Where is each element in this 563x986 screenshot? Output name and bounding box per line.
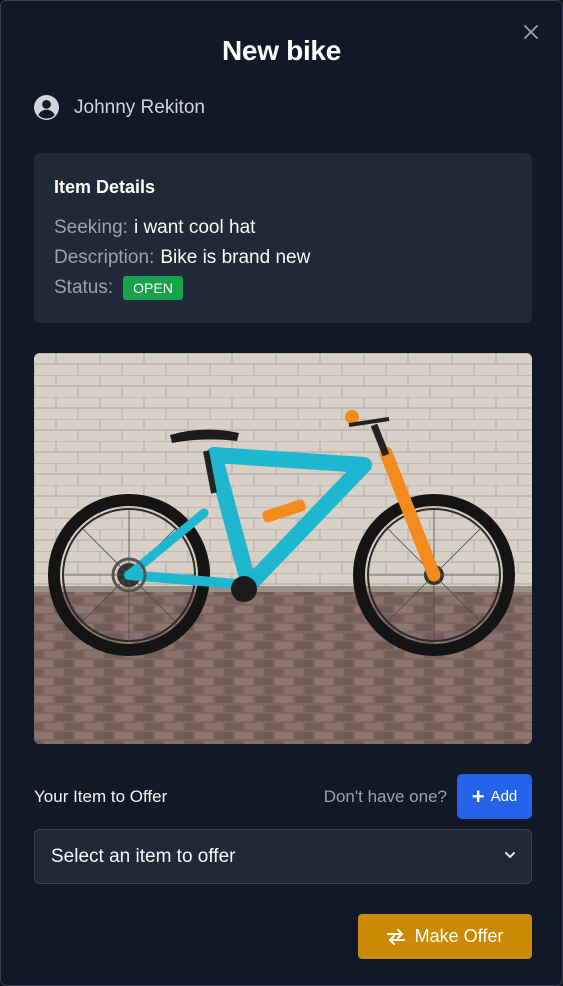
offer-row: Your Item to Offer Don't have one? + Add <box>34 774 532 819</box>
item-photo <box>34 353 532 744</box>
add-item-button[interactable]: + Add <box>457 774 532 819</box>
plus-icon: + <box>471 783 485 809</box>
status-badge: OPEN <box>123 276 183 300</box>
offer-label: Your Item to Offer <box>34 786 168 806</box>
user-circle-icon <box>34 95 59 120</box>
description-label: Description: <box>54 247 155 268</box>
bike-image <box>34 353 532 744</box>
make-offer-button[interactable]: Make Offer <box>358 914 532 959</box>
status-label: Status: <box>54 277 114 298</box>
offer-actions: Don't have one? + Add <box>324 774 532 819</box>
modal-title: New bike <box>222 35 341 66</box>
no-item-text: Don't have one? <box>323 786 447 806</box>
new-bike-modal: New bike Johnny Rekiton Item Details See… <box>0 0 563 986</box>
seeking-row: Seeking: i want cool hat <box>54 213 512 243</box>
item-details-heading: Item Details <box>54 177 156 197</box>
item-details-card: Item Details Seeking: i want cool hat De… <box>34 153 532 323</box>
swap-icon <box>386 928 405 945</box>
offer-item-select[interactable]: Select an item to offer <box>34 829 532 884</box>
offer-item-select-value: Select an item to offer <box>51 845 236 867</box>
status-row: Status: OPEN <box>54 273 512 303</box>
description-row: Description: Bike is brand new <box>54 243 512 273</box>
make-offer-label: Make Offer <box>414 926 504 946</box>
chevron-down-icon <box>504 848 516 866</box>
seeking-value: i want cool hat <box>133 217 256 238</box>
owner-info: Johnny Rekiton <box>34 95 205 120</box>
seeking-label: Seeking: <box>54 217 128 238</box>
add-item-label: Add <box>490 788 518 805</box>
owner-name: Johnny Rekiton <box>74 96 205 118</box>
description-value: Bike is brand new <box>160 247 311 268</box>
